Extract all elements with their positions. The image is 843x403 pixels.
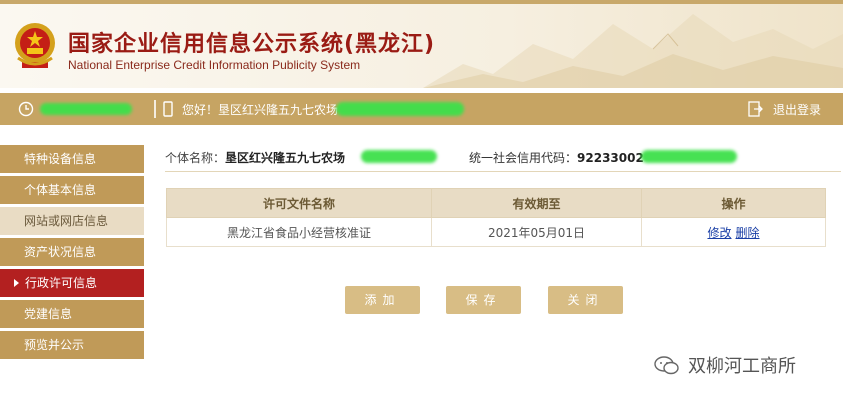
edit-link[interactable]: 修改 [707, 226, 731, 240]
info-bar: 您好！垦区红兴隆五九七农场 退出登录 [0, 93, 843, 125]
cell-file-name: 黑龙江省食品小经营核准证 [166, 217, 432, 247]
divider [165, 171, 841, 172]
sidebar-item-label: 特种设备信息 [24, 152, 97, 166]
credit-code-row: 统一社会信用代码：92233002 [469, 149, 644, 166]
entity-name-label: 个体名称： [165, 151, 226, 165]
wechat-icon [654, 356, 679, 375]
sidebar-item-label: 网站或网店信息 [24, 214, 109, 228]
redacted-timestamp [40, 103, 132, 115]
sidebar-item-label: 个体基本信息 [24, 183, 97, 197]
sidebar-item-label: 预览并公示 [24, 338, 85, 352]
national-emblem-icon [15, 23, 55, 68]
clock-icon [18, 101, 34, 117]
entity-name-value: 垦区红兴隆五九七农场 [225, 151, 346, 165]
credit-code-label: 统一社会信用代码： [469, 151, 578, 165]
sidebar-item-label: 党建信息 [24, 307, 73, 321]
sidebar-item-party-info[interactable]: 党建信息 [0, 300, 144, 328]
delete-link[interactable]: 删除 [736, 226, 760, 240]
sidebar-item-special-equipment[interactable]: 特种设备信息 [0, 145, 144, 173]
site-title: 国家企业信用信息公示系统(黑龙江) [68, 32, 436, 57]
column-header-expiry: 有效期至 [431, 188, 642, 218]
cell-expiry: 2021年05月01日 [431, 217, 642, 247]
sidebar-item-label: 行政许可信息 [25, 276, 98, 290]
close-button[interactable]: 关闭 [548, 286, 623, 314]
table-header-row: 许可文件名称 有效期至 操作 [166, 188, 826, 218]
cell-actions: 修改 删除 [641, 217, 826, 247]
sidebar-item-label: 资产状况信息 [24, 245, 97, 259]
sidebar: 特种设备信息 个体基本信息 网站或网店信息 资产状况信息 行政许可信息 党建信息… [0, 145, 144, 362]
info-bar-divider [154, 100, 156, 118]
redacted-entity-name [361, 150, 437, 163]
sidebar-item-basic-info[interactable]: 个体基本信息 [0, 176, 144, 204]
column-header-actions: 操作 [641, 188, 826, 218]
logout-link[interactable]: 退出登录 [773, 101, 821, 118]
greeting-text: 您好！垦区红兴隆五九七农场 [182, 103, 339, 117]
redacted-name [336, 102, 464, 116]
entity-name-row: 个体名称：垦区红兴隆五九七农场 [165, 149, 345, 166]
sidebar-item-admin-license[interactable]: 行政许可信息 [0, 269, 144, 297]
sidebar-item-assets-info[interactable]: 资产状况信息 [0, 238, 144, 266]
column-header-file-name: 许可文件名称 [166, 188, 432, 218]
table-row: 黑龙江省食品小经营核准证 2021年05月01日 修改 删除 [166, 217, 826, 247]
add-button[interactable]: 添加 [345, 286, 420, 314]
active-arrow-icon [14, 279, 19, 287]
save-button[interactable]: 保存 [446, 286, 521, 314]
license-table: 许可文件名称 有效期至 操作 黑龙江省食品小经营核准证 2021年05月01日 … [166, 188, 826, 247]
redacted-credit-code [641, 150, 737, 163]
credit-code-value: 92233002 [577, 151, 644, 165]
site-header: 国家企业信用信息公示系统(黑龙江) National Enterprise Cr… [0, 4, 843, 88]
mountain-decoration [423, 14, 843, 88]
logout-icon[interactable] [748, 101, 763, 117]
sidebar-item-preview-publish[interactable]: 预览并公示 [0, 331, 144, 359]
watermark-text: 双柳河工商所 [688, 356, 796, 377]
notice-icon [163, 101, 173, 117]
site-subtitle: National Enterprise Credit Information P… [68, 58, 361, 72]
sidebar-item-website-info[interactable]: 网站或网店信息 [0, 207, 144, 235]
